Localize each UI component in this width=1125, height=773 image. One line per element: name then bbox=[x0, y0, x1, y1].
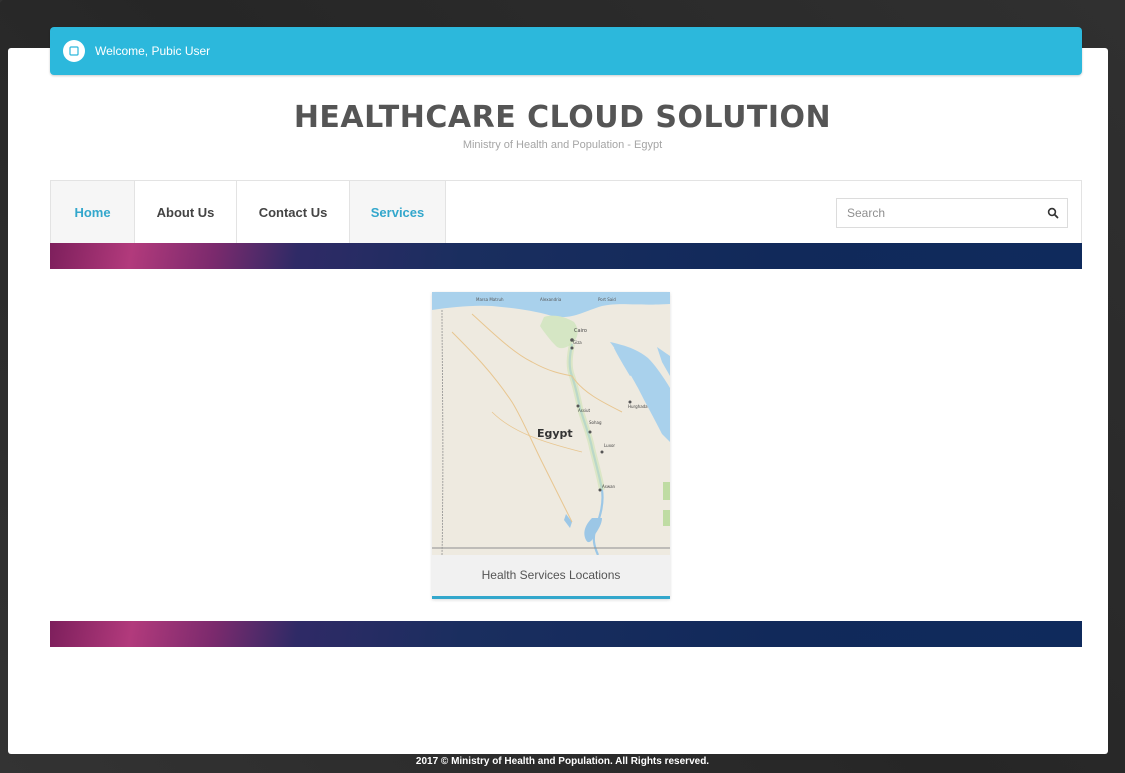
svg-text:Hurghada: Hurghada bbox=[628, 404, 648, 409]
nav-services[interactable]: Services bbox=[350, 181, 446, 243]
nav-home[interactable]: Home bbox=[51, 181, 135, 243]
svg-text:Cairo: Cairo bbox=[574, 328, 587, 334]
svg-text:Port Said: Port Said bbox=[598, 297, 616, 302]
card-caption[interactable]: Health Services Locations bbox=[432, 555, 670, 596]
svg-text:Assiut: Assiut bbox=[578, 408, 591, 413]
svg-text:Marsa Matruh: Marsa Matruh bbox=[476, 297, 504, 302]
svg-text:Aswan: Aswan bbox=[602, 484, 616, 489]
decorative-band-bottom bbox=[50, 621, 1082, 647]
search-input[interactable] bbox=[837, 200, 1039, 226]
user-icon[interactable] bbox=[63, 40, 85, 62]
svg-text:Alexandria: Alexandria bbox=[540, 297, 562, 302]
nav-about-us[interactable]: About Us bbox=[135, 181, 237, 243]
welcome-bar: Welcome, Pubic User bbox=[50, 27, 1082, 75]
health-services-locations-card[interactable]: Marsa Matruh Alexandria Port Said Cairo … bbox=[432, 292, 670, 599]
svg-text:Luxor: Luxor bbox=[604, 443, 615, 448]
main-navbar: Home About Us Contact Us Services bbox=[50, 180, 1082, 244]
egypt-map-image: Marsa Matruh Alexandria Port Said Cairo … bbox=[432, 292, 670, 555]
svg-text:Sohag: Sohag bbox=[589, 420, 602, 425]
map-country-label: Egypt bbox=[537, 427, 573, 440]
site-title: HEALTHCARE CLOUD SOLUTION bbox=[293, 100, 832, 135]
decorative-band-top bbox=[50, 243, 1082, 269]
footer-copyright: 2017 © Ministry of Health and Population… bbox=[415, 756, 710, 767]
search-icon[interactable] bbox=[1039, 200, 1067, 226]
site-subtitle: Ministry of Health and Population - Egyp… bbox=[462, 139, 663, 151]
nav-contact-us[interactable]: Contact Us bbox=[237, 181, 350, 243]
svg-text:Giza: Giza bbox=[573, 340, 582, 345]
welcome-text: Welcome, Pubic User bbox=[95, 44, 211, 58]
search-box bbox=[836, 198, 1068, 228]
